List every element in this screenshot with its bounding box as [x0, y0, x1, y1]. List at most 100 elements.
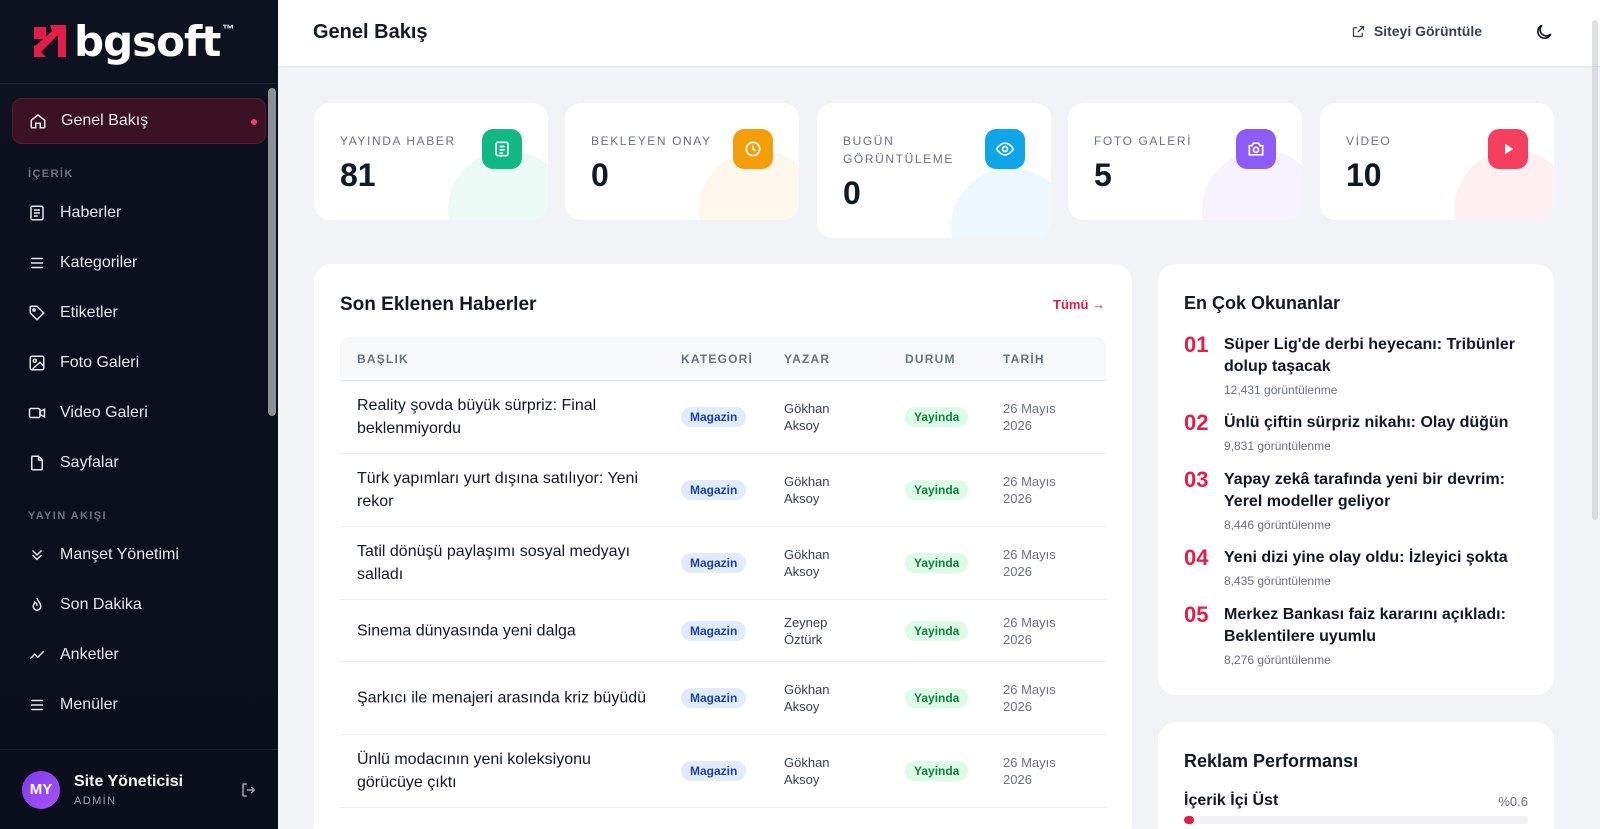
status-badge: Yayinda	[905, 620, 969, 641]
category-badge: Magazin	[681, 688, 747, 708]
stat-card-published[interactable]: YAYINDA HABER 81	[314, 103, 548, 220]
column-header[interactable]: DURUM	[905, 352, 956, 366]
sidebar-item-label: Foto Galeri	[60, 354, 140, 371]
sidebar-item-kategoriler[interactable]: Kategoriler	[12, 240, 266, 286]
sidebar: bgsoft ™ Genel Bakış İÇERİK Haberler Kat…	[0, 0, 278, 829]
ad-performance-card: Reklam Performansı İçerik İçi Üst %0.6	[1158, 722, 1554, 829]
most-read-item[interactable]: 02 Ünlü çiftin sürpriz nikahı: Olay düğü…	[1184, 412, 1524, 454]
stat-value: 0	[591, 157, 609, 193]
sidebar-item-label: Menüler	[60, 696, 118, 713]
sidebar-item-sayfalar[interactable]: Sayfalar	[12, 440, 266, 486]
sidebar-scrollbar[interactable]	[268, 88, 276, 416]
date-text: 26 Mayıs 2026	[1003, 474, 1056, 506]
table-row[interactable]: Şarkıcı ile menajeri arasında kriz büyüd…	[340, 662, 1106, 735]
sidebar-nav: Genel Bakış İÇERİK Haberler Kategoriler …	[0, 84, 278, 728]
recent-news-card: Son Eklenen Haberler Tümü → BAŞLIK KATEG…	[314, 264, 1132, 829]
sidebar-item-haberler[interactable]: Haberler	[12, 190, 266, 236]
sidebar-item-son-dakika[interactable]: Son Dakika	[12, 582, 266, 628]
status-badge: Yayinda	[905, 407, 969, 427]
table-header: BAŞLIK KATEGORİ YAZAR DURUM TARİH	[340, 337, 1106, 381]
brand-mark-icon	[30, 23, 68, 61]
menu-icon	[28, 696, 46, 714]
sidebar-item-anketler[interactable]: Anketler	[12, 632, 266, 678]
most-read-item[interactable]: 01 Süper Lig'de derbi heyecanı: Tribünle…	[1184, 332, 1524, 398]
status-badge: Yayinda	[905, 688, 969, 708]
ad-slot-percent: %0.6	[1498, 794, 1528, 809]
author-name: Gökhan Aksoy	[784, 682, 830, 714]
brand-tm: ™	[222, 22, 235, 36]
sidebar-section-title: YAYIN AKIŞI	[28, 510, 107, 522]
logout-icon[interactable]	[240, 781, 258, 804]
flame-icon	[28, 596, 46, 614]
stat-card-pending[interactable]: BEKLEYEN ONAY 0	[565, 103, 799, 220]
news-title-link[interactable]: Şarkıcı ile menajeri arasında kriz büyüd…	[357, 687, 657, 710]
stat-card-video[interactable]: VİDEO 10	[1320, 103, 1554, 220]
stat-value: 5	[1094, 157, 1112, 193]
sidebar-item-menuler[interactable]: Menüler	[12, 682, 266, 728]
stat-label: FOTO GALERİ	[1094, 134, 1193, 148]
view-count: 8,446 görüntülenme	[1224, 518, 1331, 532]
home-icon	[29, 112, 47, 130]
most-read-title[interactable]: Süper Lig'de derbi heyecanı: Tribünler d…	[1224, 334, 1524, 378]
sidebar-item-video-galeri[interactable]: Video Galeri	[12, 390, 266, 436]
most-read-title[interactable]: Yeni dizi yine olay oldu: İzleyici şokta	[1224, 547, 1524, 569]
most-read-card: En Çok Okunanlar 01 Süper Lig'de derbi h…	[1158, 264, 1554, 695]
sidebar-item-label: Son Dakika	[60, 596, 142, 613]
sidebar-item-genel-bakis[interactable]: Genel Bakış	[12, 98, 266, 144]
most-read-item[interactable]: 04 Yeni dizi yine olay oldu: İzleyici şo…	[1184, 547, 1524, 589]
news-title-link[interactable]: Sinema dünyasında yeni dalga	[357, 619, 657, 642]
news-title-link[interactable]: Reality şovda büyük sürpriz: Final bekle…	[357, 394, 657, 440]
stat-card-photo-gallery[interactable]: FOTO GALERİ 5	[1068, 103, 1302, 220]
brand-logo[interactable]: bgsoft ™	[0, 0, 278, 84]
user-role: ADMİN	[74, 794, 117, 807]
most-read-title[interactable]: Yapay zekâ tarafında yeni bir devrim: Ye…	[1224, 469, 1524, 513]
view-count: 9,831 görüntülenme	[1224, 439, 1331, 453]
category-badge: Magazin	[681, 553, 747, 573]
view-site-link[interactable]: Siteyi Görüntüle	[1351, 23, 1482, 39]
sidebar-item-etiketler[interactable]: Etiketler	[12, 290, 266, 336]
sidebar-item-manset-yonetimi[interactable]: Manşet Yönetimi	[12, 532, 266, 578]
table-row[interactable]: Sinema dünyasında yeni dalga Magazin Zey…	[340, 600, 1106, 662]
table-row[interactable]: Tatil dönüşü paylaşımı sosyal medyayı sa…	[340, 527, 1106, 600]
most-read-item[interactable]: 05 Merkez Bankası faiz kararını açıkladı…	[1184, 604, 1524, 668]
newspaper-icon	[482, 129, 522, 169]
status-badge: Yayinda	[905, 480, 969, 500]
sidebar-item-label: Anketler	[60, 646, 119, 663]
view-all-link[interactable]: Tümü →	[1053, 297, 1105, 312]
date-text: 26 Mayıs 2026	[1003, 682, 1056, 714]
sidebar-item-label: Kategoriler	[60, 254, 138, 271]
page-scroll-thumb[interactable]	[1592, 20, 1598, 520]
stat-value: 81	[340, 157, 376, 193]
avatar[interactable]: MY	[22, 770, 60, 809]
news-title-link[interactable]: Tatil dönüşü paylaşımı sosyal medyayı sa…	[357, 540, 657, 586]
author-name: Gökhan Aksoy	[784, 547, 830, 579]
news-title-link[interactable]: Ünlü modacının yeni koleksiyonu görücüye…	[357, 748, 657, 794]
most-read-item[interactable]: 03 Yapay zekâ tarafında yeni bir devrim:…	[1184, 469, 1524, 533]
column-header[interactable]: TARİH	[1003, 352, 1045, 366]
table-row[interactable]: Reality şovda büyük sürpriz: Final bekle…	[340, 381, 1106, 454]
column-header[interactable]: KATEGORİ	[681, 352, 753, 366]
author-name: Gökhan Aksoy	[784, 474, 830, 506]
table-row[interactable]: Ünlü modacının yeni koleksiyonu görücüye…	[340, 735, 1106, 808]
sidebar-section-title: İÇERİK	[28, 168, 74, 180]
rank-number: 01	[1184, 332, 1209, 357]
category-badge: Magazin	[681, 480, 747, 500]
author-name: Gökhan Aksoy	[784, 755, 830, 787]
news-title-link[interactable]: Türk yapımları yurt dışına satılıyor: Ye…	[357, 467, 657, 513]
moon-icon[interactable]	[1534, 22, 1554, 47]
section-title: Reklam Performansı	[1184, 751, 1359, 771]
stat-label: BEKLEYEN ONAY	[591, 134, 712, 148]
column-header[interactable]: YAZAR	[784, 352, 830, 366]
sidebar-item-foto-galeri[interactable]: Foto Galeri	[12, 340, 266, 386]
stat-card-views-today[interactable]: BUGÜN GÖRÜNTÜLEME 0	[817, 103, 1051, 238]
stat-label: BUGÜN GÖRÜNTÜLEME	[843, 134, 954, 166]
view-count: 8,276 görüntülenme	[1224, 653, 1331, 667]
column-header[interactable]: BAŞLIK	[357, 352, 409, 366]
most-read-title[interactable]: Merkez Bankası faiz kararını açıkladı: B…	[1224, 604, 1524, 648]
user-name: Site Yöneticisi	[74, 772, 184, 790]
table-row[interactable]: Türk yapımları yurt dışına satılıyor: Ye…	[340, 454, 1106, 527]
page-scrollbar[interactable]	[1588, 0, 1600, 829]
image-icon	[28, 354, 46, 372]
stat-label: YAYINDA HABER	[340, 134, 456, 148]
most-read-title[interactable]: Ünlü çiftin sürpriz nikahı: Olay düğün	[1224, 412, 1524, 434]
